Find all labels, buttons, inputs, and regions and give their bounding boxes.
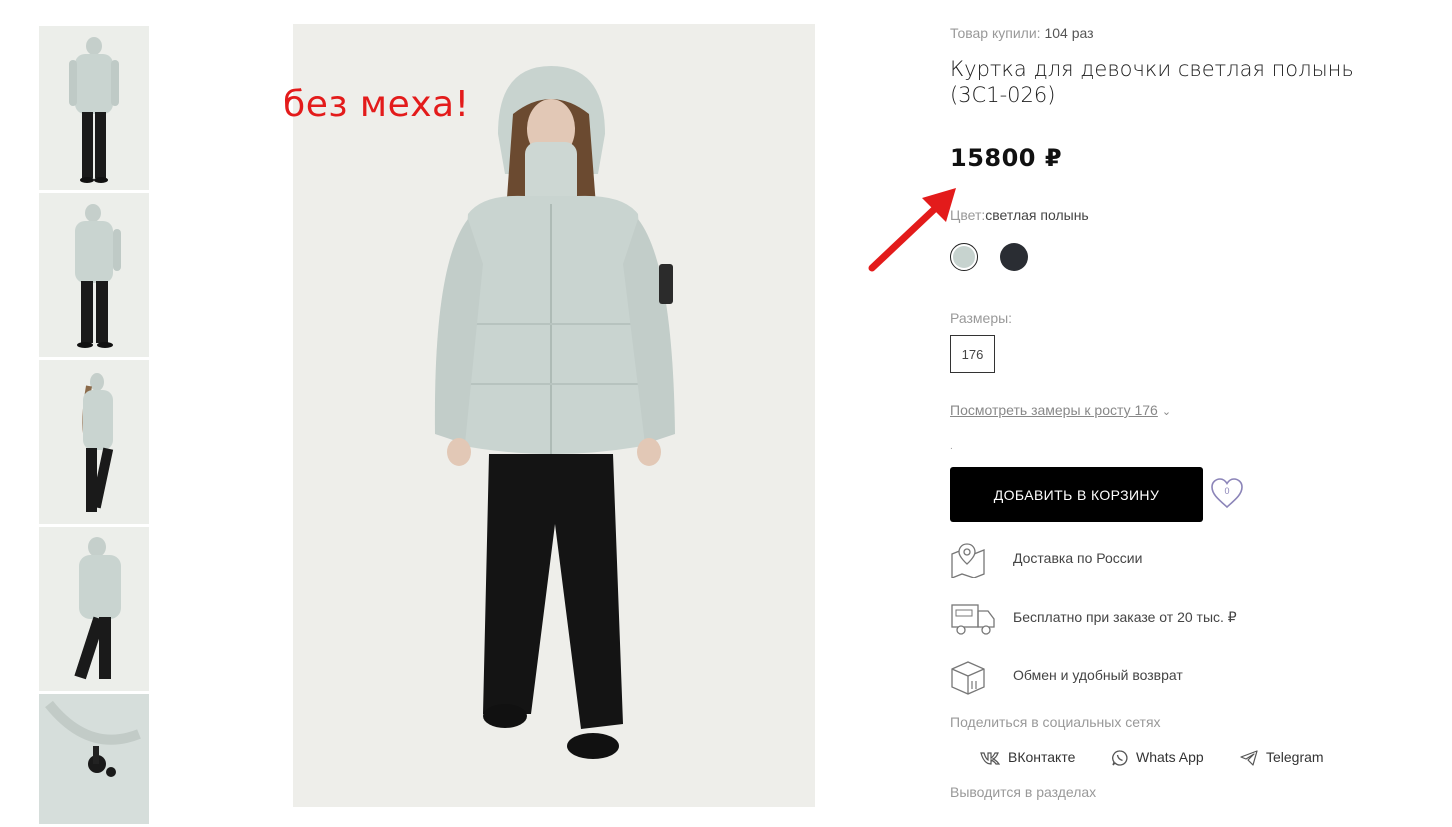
share-whatsapp-link[interactable]: Whats App bbox=[1112, 749, 1204, 766]
favorite-button[interactable]: 0 bbox=[1210, 477, 1244, 511]
color-label: Цвет:светлая полынь bbox=[950, 207, 1089, 223]
share-vk-label: ВКонтакте bbox=[1008, 749, 1076, 765]
purchase-count-value: 104 раз bbox=[1044, 25, 1094, 41]
jacket-profile-thumb-image bbox=[82, 373, 114, 512]
jacket-back-thumb-image bbox=[74, 537, 121, 680]
thumbnail-detail[interactable] bbox=[39, 694, 149, 824]
small-dot: . bbox=[950, 441, 953, 452]
jacket-side-thumb-image bbox=[75, 204, 121, 348]
feature-returns-text: Обмен и удобный возврат bbox=[1013, 667, 1183, 683]
product-title: Куртка для девочки светлая полынь (3С1-0… bbox=[950, 57, 1354, 107]
zipper-detail-thumb-image bbox=[39, 694, 149, 824]
map-pin-icon bbox=[951, 543, 985, 578]
thumbnail-front[interactable] bbox=[39, 26, 149, 190]
thumbnail-side-front[interactable] bbox=[39, 193, 149, 357]
vk-icon bbox=[980, 752, 1000, 765]
feature-free-shipping-text: Бесплатно при заказе от 20 тыс. ₽ bbox=[1013, 609, 1237, 625]
feature-returns: Обмен и удобный возврат bbox=[950, 659, 1370, 695]
sections-label: Выводится в разделах bbox=[950, 784, 1097, 800]
thumbnail-profile[interactable] bbox=[39, 360, 149, 524]
sizes-label: Размеры: bbox=[950, 310, 1013, 326]
feature-delivery: Доставка по России bbox=[950, 542, 1370, 578]
jacket-front-thumb-image bbox=[69, 37, 119, 183]
share-whatsapp-label: Whats App bbox=[1136, 749, 1204, 765]
color-swatch-black[interactable] bbox=[1000, 243, 1028, 271]
telegram-icon bbox=[1240, 750, 1258, 766]
measurements-link-text: Посмотреть замеры к росту 176 bbox=[950, 402, 1158, 418]
annotation-no-fur: без меха! bbox=[283, 84, 470, 125]
thumbnail-gallery bbox=[39, 26, 149, 827]
color-label-text: Цвет: bbox=[950, 207, 986, 223]
feature-free-shipping: Бесплатно при заказе от 20 тыс. ₽ bbox=[950, 601, 1370, 637]
share-label: Поделиться в социальных сетях bbox=[950, 714, 1161, 730]
add-to-cart-button[interactable]: ДОБАВИТЬ В КОРЗИНУ bbox=[950, 467, 1203, 522]
share-vk-link[interactable]: ВКонтакте bbox=[980, 749, 1075, 765]
return-box-icon bbox=[951, 661, 985, 695]
feature-delivery-text: Доставка по России bbox=[1013, 550, 1143, 566]
chevron-down-icon: ⌄ bbox=[1161, 406, 1172, 418]
purchase-count: Товар купили: 104 раз bbox=[950, 25, 1094, 41]
size-option-176[interactable]: 176 bbox=[950, 335, 995, 373]
whatsapp-icon bbox=[1112, 750, 1128, 766]
favorite-count: 0 bbox=[1224, 486, 1230, 496]
share-telegram-label: Telegram bbox=[1266, 749, 1324, 765]
main-product-photo[interactable] bbox=[293, 24, 815, 807]
color-swatch-light-sage[interactable] bbox=[950, 243, 978, 271]
product-price: 15800 ₽ bbox=[950, 144, 1063, 172]
share-telegram-link[interactable]: Telegram bbox=[1240, 749, 1324, 766]
swatch-dot bbox=[953, 246, 975, 268]
delivery-truck-icon bbox=[951, 604, 995, 635]
color-value: светлая полынь bbox=[985, 207, 1089, 223]
swatch-dot bbox=[1000, 243, 1028, 271]
purchase-count-label: Товар купили: bbox=[950, 25, 1041, 41]
measurements-link[interactable]: Посмотреть замеры к росту 176 ⌄ bbox=[950, 402, 1171, 418]
thumbnail-back[interactable] bbox=[39, 527, 149, 691]
girl-in-jacket-image bbox=[293, 24, 815, 807]
